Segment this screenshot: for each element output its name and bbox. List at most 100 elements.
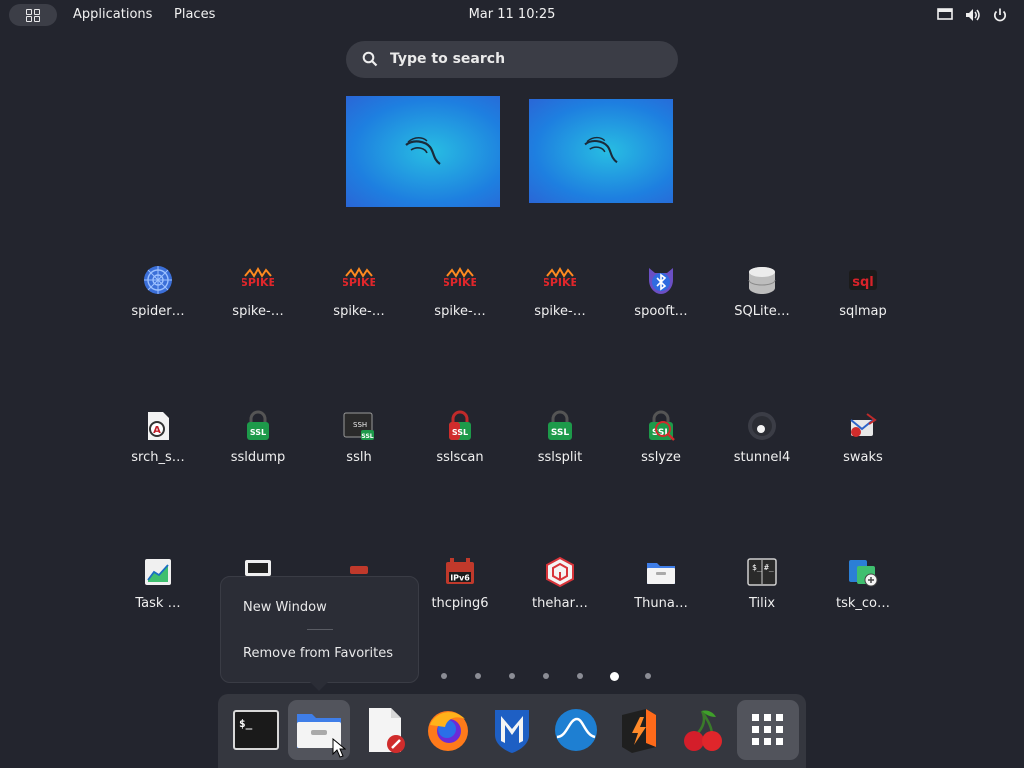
dock-burpsuite[interactable] <box>608 700 670 760</box>
terminal-icon: $_ <box>233 710 279 750</box>
svg-text:sql: sql <box>852 275 874 290</box>
app-spike[interactable]: SPIKE spike-… <box>410 264 510 319</box>
app-label: spike-… <box>534 304 586 319</box>
app-label: thcping6 <box>431 596 489 611</box>
volume-icon[interactable] <box>964 6 982 24</box>
mouse-cursor-icon <box>332 738 346 758</box>
search-entry[interactable]: Type to search <box>346 41 678 78</box>
app-spooftooph[interactable]: spooft… <box>611 264 711 319</box>
app-srch-strings[interactable]: A srch_s… <box>108 410 208 465</box>
app-tilix[interactable]: $_ #_ Tilix <box>712 556 812 611</box>
app-sqlmap[interactable]: sql sqlmap <box>813 264 913 319</box>
app-spike[interactable]: SPIKE spike-… <box>510 264 610 319</box>
task-manager-icon <box>142 556 174 588</box>
menu-item-new-window[interactable]: New Window <box>243 600 327 615</box>
app-theharvester[interactable]: thehar… <box>510 556 610 611</box>
kali-dragon-icon <box>405 136 441 165</box>
ssl-lock-icon: SSL <box>444 410 476 442</box>
app-label: ssldump <box>230 450 286 465</box>
svg-text:SSL: SSL <box>551 428 570 438</box>
page-dot[interactable] <box>441 673 447 679</box>
app-label: sslyze <box>641 450 681 465</box>
app-tsk-comparedir[interactable]: tsk_co… <box>813 556 913 611</box>
metasploit-icon <box>495 710 529 753</box>
app-spider[interactable]: spider… <box>108 264 208 319</box>
svg-text:SPIKE: SPIKE <box>444 276 476 289</box>
page-dot[interactable] <box>509 673 515 679</box>
app-stunnel4[interactable]: stunnel4 <box>712 410 812 465</box>
app-label: spike-… <box>333 304 385 319</box>
menu-item-remove-favorites[interactable]: Remove from Favorites <box>243 646 393 661</box>
page-dot[interactable] <box>609 671 619 681</box>
app-label: srch_s… <box>131 450 185 465</box>
svg-text:SPIKE: SPIKE <box>343 276 375 289</box>
svg-text:$_: $_ <box>752 563 762 572</box>
cherry-icon <box>684 710 722 751</box>
theharvester-icon <box>544 556 576 588</box>
page-dot[interactable] <box>645 673 651 679</box>
app-sslh[interactable]: SSH SSL sslh <box>309 410 409 465</box>
app-label: sslsplit <box>537 450 583 465</box>
ipv6-icon: IPv6 <box>444 556 476 588</box>
ssl-lock-icon: SSL <box>242 410 274 442</box>
bluetooth-icon <box>645 264 677 296</box>
stunnel-icon <box>746 410 778 442</box>
app-label: sqlmap <box>839 304 887 319</box>
workspace-thumbnail-1[interactable] <box>346 96 500 207</box>
context-menu: New Window Remove from Favorites <box>220 576 419 683</box>
spike-icon: SPIKE <box>341 264 377 296</box>
spike-icon: SPIKE <box>442 264 478 296</box>
show-applications-button[interactable] <box>737 700 799 760</box>
display-icon[interactable] <box>937 6 953 24</box>
app-label: sslh <box>346 450 372 465</box>
dock-text-editor[interactable] <box>354 700 416 760</box>
app-sqlite[interactable]: SQLite… <box>712 264 812 319</box>
sqlmap-icon: sql <box>847 264 879 296</box>
dock-terminal[interactable]: $_ <box>225 700 287 760</box>
kali-dragon-icon <box>584 136 618 164</box>
ssh-terminal-icon: SSH SSL <box>343 410 375 442</box>
database-icon <box>746 264 778 296</box>
svg-text:IPv6: IPv6 <box>450 574 470 583</box>
power-icon[interactable] <box>992 6 1008 24</box>
app-sslyze[interactable]: SSL sslyze <box>611 410 711 465</box>
app-ssldump[interactable]: SSL ssldump <box>208 410 308 465</box>
svg-text:SPIKE: SPIKE <box>544 276 576 289</box>
document-search-icon: A <box>142 410 174 442</box>
app-label: Thuna… <box>634 596 688 611</box>
ssl-lock-icon: SSL <box>544 410 576 442</box>
app-thunar[interactable]: Thuna… <box>611 556 711 611</box>
dock-files[interactable] <box>288 700 350 760</box>
clock[interactable]: Mar 11 10:25 <box>0 7 1024 22</box>
app-thcping6[interactable]: IPv6 thcping6 <box>410 556 510 611</box>
tsk-icon <box>847 556 879 588</box>
dock-firefox[interactable] <box>417 700 479 760</box>
svg-text:SSL: SSL <box>361 433 373 440</box>
app-swaks[interactable]: swaks <box>813 410 913 465</box>
app-label: sslscan <box>436 450 484 465</box>
page-dot[interactable] <box>577 673 583 679</box>
app-label: Task … <box>135 596 181 611</box>
svg-text:SSH: SSH <box>353 421 367 429</box>
app-label: swaks <box>843 450 883 465</box>
workspace-thumbnail-2[interactable] <box>529 99 673 203</box>
app-sslsplit[interactable]: SSL sslsplit <box>510 410 610 465</box>
dock-cherrytree[interactable] <box>672 700 734 760</box>
spider-icon <box>142 264 174 296</box>
app-spike[interactable]: SPIKE spike-… <box>208 264 308 319</box>
ssl-lock-icon: SSL <box>645 410 677 442</box>
svg-text:$_: $_ <box>239 717 253 730</box>
dock-metasploit[interactable] <box>481 700 543 760</box>
app-task-manager[interactable]: Task … <box>108 556 208 611</box>
dock-wireshark[interactable] <box>545 700 607 760</box>
folder-icon <box>645 556 677 588</box>
svg-text:SPIKE: SPIKE <box>242 276 274 289</box>
app-label: spike-… <box>434 304 486 319</box>
svg-text:SSL: SSL <box>250 428 266 437</box>
swaks-icon <box>847 410 879 442</box>
page-dot[interactable] <box>543 673 549 679</box>
app-spike[interactable]: SPIKE spike-… <box>309 264 409 319</box>
app-sslscan[interactable]: SSL sslscan <box>410 410 510 465</box>
app-label: spider… <box>131 304 185 319</box>
page-dot[interactable] <box>475 673 481 679</box>
